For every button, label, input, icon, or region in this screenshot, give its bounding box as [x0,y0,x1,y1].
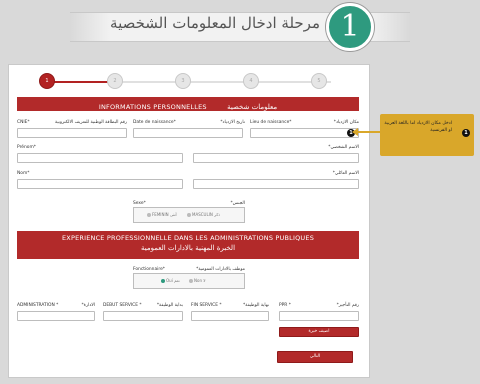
birthplace-label-ar: مكان الازدياد* [333,120,359,125]
fonctionnaire-label-ar: موظف بالادارات العمومية* [196,267,245,272]
nom-label-ar: الاسم العائلي* [332,171,359,176]
prenom-label-fr: Prénom* [17,145,36,150]
prenom-ar-input[interactable] [193,153,359,163]
step-number-badge: 1 [326,3,374,51]
debut-service-label-fr: DEBUT SERVICE * [103,303,142,308]
sexe-label-fr: Sexe* [133,201,146,206]
stepper-step-2[interactable]: 2 [107,73,123,89]
stepper-progress-line [47,81,115,83]
nom-label-fr: Nom* [17,171,30,176]
debut-service-input[interactable] [103,311,183,321]
prenom-fr-input[interactable] [17,153,183,163]
ppr-label-ar: رقم التأجير* [336,303,359,308]
experience-section-title-fr: EXPERIENCE PROFESSIONNELLE DANS LES ADMI… [61,234,315,242]
nom-ar-input[interactable] [193,179,359,189]
nom-fr-input[interactable] [17,179,183,189]
tooltip-arrow-head [352,128,358,136]
add-experience-button[interactable]: اضيف خبرة [279,327,359,337]
debut-service-label-ar: بداية الوظيفة* [156,303,183,308]
page-title: مرحلة ادخال المعلومات الشخصية [110,14,320,32]
personal-section-title-fr: INFORMATIONS PERSONNELLES [98,103,207,111]
ppr-label-fr: PPR * [279,303,291,308]
cnie-input[interactable] [17,128,127,138]
fin-service-input[interactable] [191,311,269,321]
form-card: 1 2 3 4 5 INFORMATIONS PERSONNELLES معلو… [8,64,370,378]
prenom-label-ar: الاسم الشخصي* [328,145,359,150]
experience-section-title-ar: الخبرة المهنية بالادارات العمومية [140,244,236,252]
tooltip-number-badge: 1 [462,129,470,137]
birthplace-label-fr: Lieu de naissance* [250,120,292,125]
next-button[interactable]: التالي [277,351,353,363]
stepper-step-5[interactable]: 5 [311,73,327,89]
birthdate-input[interactable] [133,128,243,138]
radio-icon [147,213,151,217]
experience-section-header: EXPERIENCE PROFESSIONNELLE DANS LES ADMI… [17,231,359,259]
stepper-step-4[interactable]: 4 [243,73,259,89]
personal-section-title-ar: معلومات شخصية [227,103,278,111]
administration-label-ar: الادارة* [81,303,95,308]
fonctionnaire-oui-option[interactable]: Oui نعم [161,278,180,283]
sexe-masculin-option[interactable]: MASCULIN ذكر [187,212,220,217]
administration-input[interactable] [17,311,95,321]
administration-label-fr: ADMINISTRATION * [17,303,59,308]
birthdate-label-ar: تاريخ الازدياد* [220,120,245,125]
cnie-label-fr: CNIE* [17,120,30,125]
stepper-step-1[interactable]: 1 [39,73,55,89]
fin-service-label-fr: FIN SERVICE * [191,303,222,308]
personal-info-section-header: INFORMATIONS PERSONNELLES معلومات شخصية [17,97,359,111]
ppr-input[interactable] [279,311,359,321]
tooltip-arrow [356,131,382,133]
stepper-track-line [115,81,331,83]
fin-service-label-ar: نهاية الوظيفة* [243,303,269,308]
stepper-step-3[interactable]: 3 [175,73,191,89]
radio-icon [189,279,193,283]
cnie-label-ar: رقم البطاقة الوطنية للتعريف الالكترونية [54,120,127,125]
fonctionnaire-non-option[interactable]: Non لا [189,278,206,283]
fonctionnaire-label-fr: Fonctionnaire* [133,267,165,272]
sexe-label-ar: الجنس* [230,201,245,206]
radio-icon [161,279,165,283]
birthplace-input[interactable] [250,128,359,138]
radio-icon [187,213,191,217]
birthdate-label-fr: Date de naissance* [133,120,176,125]
tooltip-text: ادخل مكان الازدياد اما باللغة العربية او… [384,121,452,133]
sexe-feminin-option[interactable]: FEMININ أنثى [147,212,177,217]
